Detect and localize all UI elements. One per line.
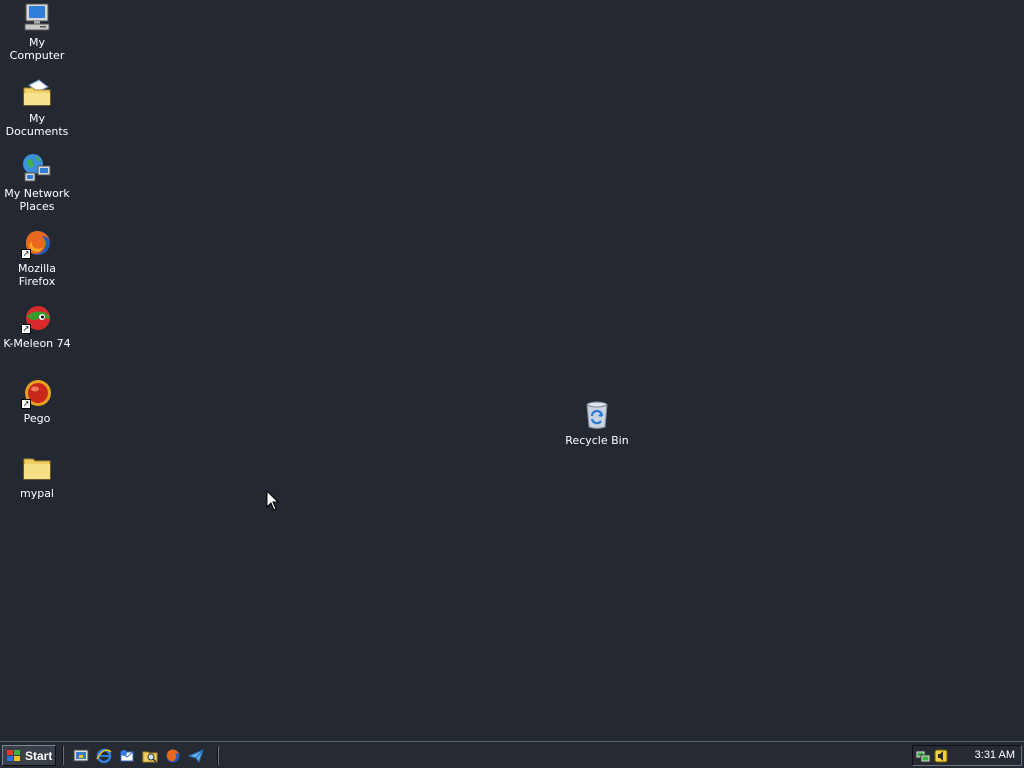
kmeleon-icon: ↗ [20,301,54,335]
desktop-icon-label: Recycle Bin [565,434,629,447]
explorer-search-icon[interactable] [141,747,159,765]
desktop-icon-mypal-folder[interactable]: mypal [0,451,74,500]
folder-icon [20,451,54,485]
desktop-icon-label: My Network Places [4,187,70,213]
taskbar-separator [62,746,64,765]
internet-explorer-icon[interactable] [95,747,113,765]
desktop-icon-label: Pego [23,412,51,425]
desktop-icon-label: Mozilla Firefox [18,262,56,288]
taskbar: Start 3:31 AM [0,741,1024,768]
shortcut-arrow-icon: ↗ [21,249,31,259]
start-label: Start [25,748,53,763]
desktop-icon-mozilla-firefox[interactable]: ↗ Mozilla Firefox [0,226,74,288]
pego-icon: ↗ [20,376,54,410]
documents-folder-icon [20,76,54,110]
computer-icon [20,0,54,34]
firefox-icon: ↗ [20,226,54,260]
network-icon[interactable] [915,748,931,764]
desktop-icon-pego[interactable]: ↗ Pego [0,376,74,425]
volume-icon[interactable] [933,748,949,764]
recycle-bin-icon [580,398,614,432]
clock[interactable]: 3:31 AM [975,749,1015,761]
desktop-icon-label: mypal [19,487,54,500]
firefox-icon[interactable] [164,747,182,765]
send-icon[interactable] [187,747,205,765]
network-places-icon [20,151,54,185]
desktop-icon-my-network-places[interactable]: My Network Places [0,151,74,213]
shortcut-arrow-icon: ↗ [21,399,31,409]
mouse-pointer-icon [266,490,280,511]
desktop-icon-label: My Documents [5,112,69,138]
desktop-icon-my-documents[interactable]: My Documents [0,76,74,138]
start-button[interactable]: Start [2,745,56,766]
taskbar-separator [217,746,219,765]
outlook-express-icon[interactable] [118,747,136,765]
desktop-icon-label: My Computer [9,36,65,62]
show-desktop-icon[interactable] [72,747,90,765]
desktop-icon-label: K-Meleon 74 [3,337,71,350]
shortcut-arrow-icon: ↗ [21,324,31,334]
desktop[interactable]: My Computer My Documents My Network Plac… [0,0,1024,741]
desktop-icon-my-computer[interactable]: My Computer [0,0,74,62]
windows-flag-icon [7,749,20,761]
desktop-icon-k-meleon[interactable]: ↗ K-Meleon 74 [0,301,74,350]
system-tray: 3:31 AM [912,745,1022,766]
desktop-icon-recycle-bin[interactable]: Recycle Bin [560,398,634,447]
